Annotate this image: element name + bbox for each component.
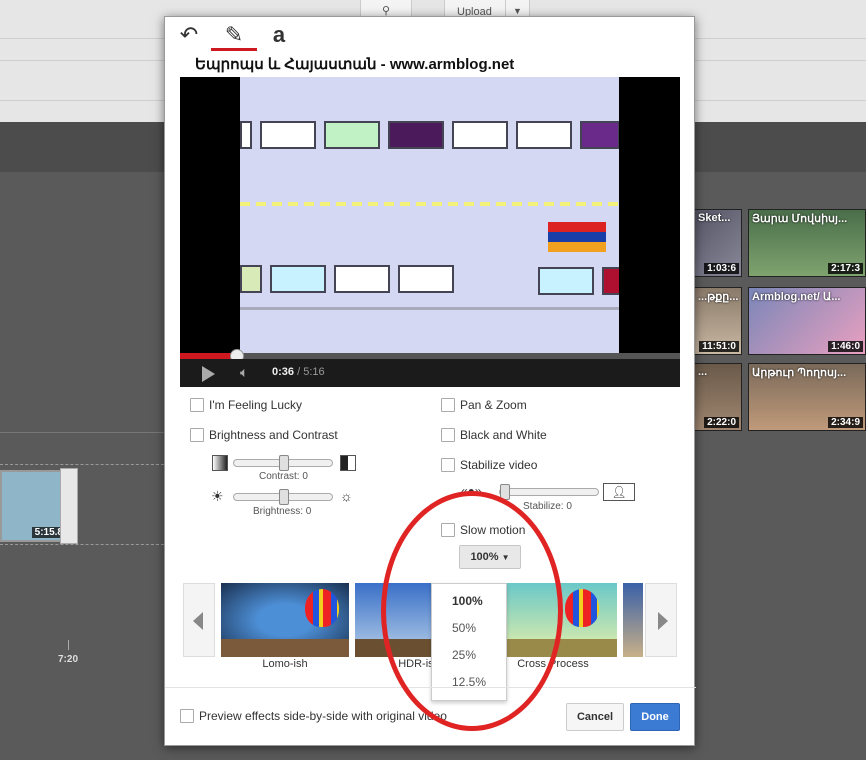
effect-lomo-ish[interactable] bbox=[221, 583, 349, 657]
tab-effects[interactable]: ✎ bbox=[211, 21, 257, 51]
shaky-camera-icon: «●» bbox=[461, 484, 482, 498]
related-thumb[interactable]: Արթուր Պողոսյ... 2:34:9 bbox=[748, 363, 866, 431]
play-icon[interactable] bbox=[202, 366, 215, 382]
speed-menu: 100% 50% 25% 12.5% bbox=[431, 583, 507, 701]
brightness-slider[interactable] bbox=[233, 489, 333, 505]
timeline-track-line bbox=[0, 432, 164, 433]
related-thumb[interactable]: ... 2:22:0 bbox=[694, 363, 742, 431]
enhancements-dialog: ↶ ✎ a Եպրոպս և Հայաստան - www.armblog.ne… bbox=[164, 16, 696, 746]
magic-wand-icon: ✎ bbox=[224, 22, 244, 47]
chevron-left-icon bbox=[193, 612, 203, 630]
contrast-low-icon bbox=[212, 455, 228, 471]
effect-label: Lomo-ish bbox=[262, 658, 308, 670]
slider-handle[interactable] bbox=[500, 484, 510, 500]
stabilize-slider[interactable] bbox=[499, 484, 599, 500]
black-white-checkbox[interactable]: Black and White bbox=[441, 428, 547, 442]
footer-divider bbox=[165, 687, 696, 688]
preview-side-by-side-checkbox[interactable]: Preview effects side-by-side with origin… bbox=[180, 709, 447, 723]
video-frame bbox=[240, 77, 619, 353]
undo-icon: ↶ bbox=[179, 22, 199, 47]
effects-next-button[interactable] bbox=[645, 583, 677, 657]
lucky-checkbox[interactable]: I'm Feeling Lucky bbox=[190, 398, 302, 412]
speed-option[interactable]: 100% bbox=[452, 594, 483, 608]
related-thumb[interactable]: ...թքը... 11:51:0 bbox=[694, 287, 742, 355]
effect-label: Cross Process bbox=[517, 658, 589, 670]
timeline-clip-handle[interactable] bbox=[60, 468, 78, 544]
text-icon: a bbox=[272, 22, 286, 47]
speed-option[interactable]: 50% bbox=[452, 621, 476, 635]
brightness-high-icon: ☼ bbox=[340, 488, 353, 504]
related-thumb[interactable]: Sket... 1:03:6 bbox=[694, 209, 742, 277]
done-button[interactable]: Done bbox=[630, 703, 680, 731]
effects-prev-button[interactable] bbox=[183, 583, 215, 657]
slider-handle[interactable] bbox=[279, 489, 289, 505]
timeline-track-line bbox=[0, 464, 164, 465]
related-thumb[interactable]: Armblog.net/ Ա... 1:46:0 bbox=[748, 287, 866, 355]
stabilize-checkbox[interactable]: Stabilize video bbox=[441, 458, 537, 472]
slider-handle[interactable] bbox=[279, 455, 289, 471]
speed-dropdown[interactable]: 100% ▼ bbox=[459, 545, 521, 569]
timeline-marker: 7:20 bbox=[58, 654, 79, 665]
player-controls: 🔈︎ 0:36 / 5:16 bbox=[180, 359, 680, 387]
chevron-right-icon bbox=[658, 612, 668, 630]
editor-tabs: ↶ ✎ a bbox=[165, 17, 696, 53]
timeline-tick bbox=[68, 640, 69, 650]
slow-motion-checkbox[interactable]: Slow motion bbox=[441, 523, 525, 537]
contrast-high-icon bbox=[340, 455, 356, 471]
timeline-track-line bbox=[0, 544, 164, 545]
video-title: Եպրոպս և Հայաստան - www.armblog.net bbox=[195, 56, 515, 73]
effect-cross-process[interactable] bbox=[489, 583, 617, 657]
brightness-low-icon: ☀ bbox=[211, 488, 224, 504]
video-player[interactable]: 🔈︎ 0:36 / 5:16 bbox=[180, 77, 680, 387]
contrast-slider[interactable] bbox=[233, 455, 333, 471]
effect-next-preview[interactable] bbox=[623, 583, 643, 657]
related-thumb[interactable]: Յարա Մովսիսյ... 2:17:3 bbox=[748, 209, 866, 277]
speed-option[interactable]: 25% bbox=[452, 648, 476, 662]
tab-text[interactable]: a bbox=[261, 21, 297, 51]
tab-undo[interactable]: ↶ bbox=[171, 21, 207, 51]
chevron-down-icon: ▼ bbox=[501, 553, 510, 562]
stable-camera-icon: 👤︎ bbox=[603, 483, 635, 501]
stabilize-value: Stabilize: 0 bbox=[523, 501, 572, 512]
brightness-value: Brightness: 0 bbox=[253, 506, 312, 517]
pan-zoom-checkbox[interactable]: Pan & Zoom bbox=[441, 398, 527, 412]
time-display: 0:36 / 5:16 bbox=[272, 366, 325, 378]
contrast-value: Contrast: 0 bbox=[259, 471, 308, 482]
brightness-contrast-checkbox[interactable]: Brightness and Contrast bbox=[190, 428, 338, 442]
cancel-button[interactable]: Cancel bbox=[566, 703, 624, 731]
volume-icon[interactable]: 🔈︎ bbox=[240, 364, 248, 381]
